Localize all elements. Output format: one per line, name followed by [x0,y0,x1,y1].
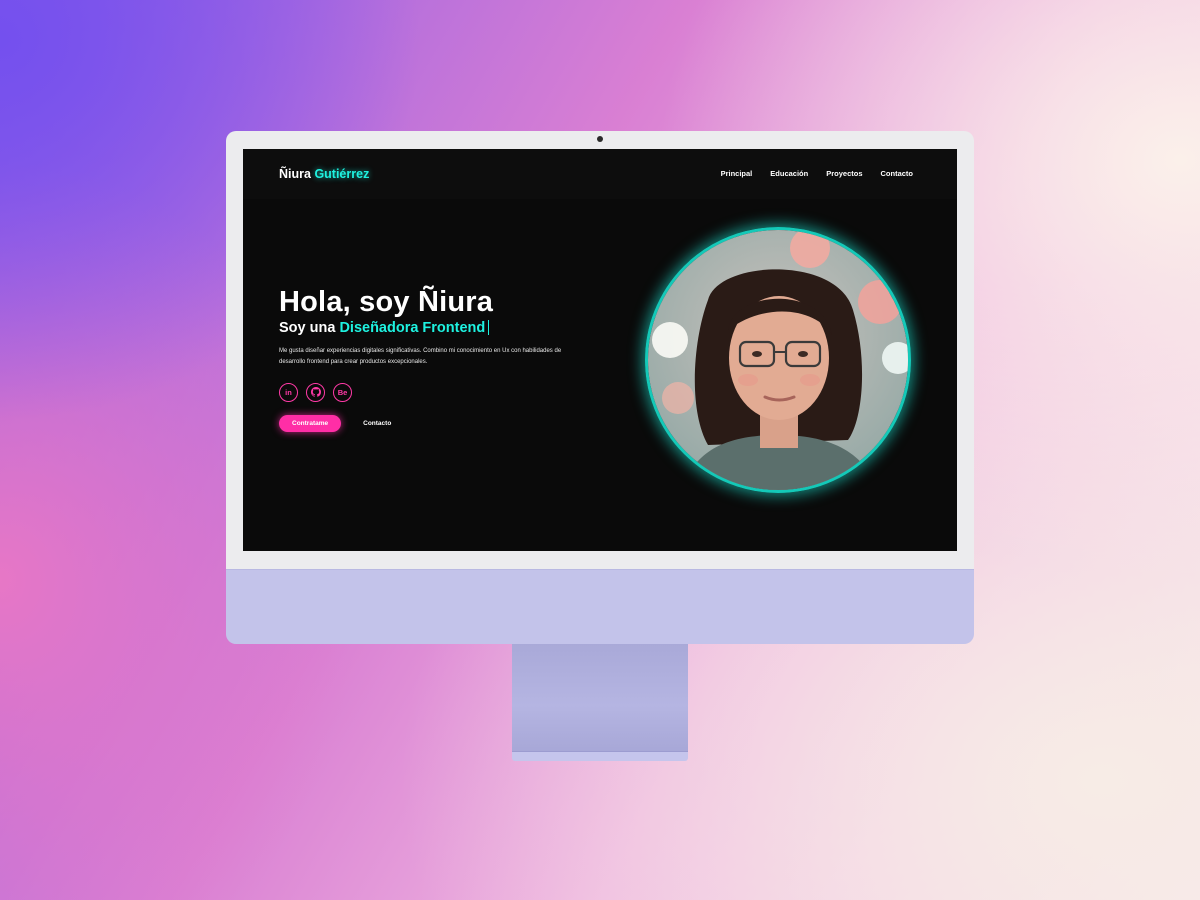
logo-first-name: Ñiura [279,167,311,181]
contact-button[interactable]: Contacto [363,420,391,427]
hero-section: Hola, soy Ñiura Soy una Diseñadora Front… [279,286,599,432]
nav-link-principal[interactable]: Principal [721,169,753,178]
site-logo[interactable]: Ñiura Gutiérrez [279,167,369,181]
hire-me-button[interactable]: Contratame [279,414,342,432]
social-links: in Be [279,382,599,402]
hero-heading: Hola, soy Ñiura [279,286,494,318]
monitor-stand [512,644,688,756]
imac-monitor: Ñiura Gutiérrez Principal Educación Proy… [226,131,974,644]
hero-description: Me gusta diseñar experiencias digitales … [279,347,562,366]
github-icon[interactable] [306,382,325,402]
behance-label: Be [337,387,348,397]
top-navbar: Ñiura Gutiérrez Principal Educación Proy… [243,149,957,199]
profile-photo [645,227,911,493]
nav-link-educacion[interactable]: Educación [770,169,808,178]
nav-link-contacto[interactable]: Contacto [881,169,914,178]
website-screen: Ñiura Gutiérrez Principal Educación Proy… [243,149,957,551]
hero-subheading: Soy una Diseñadora Frontend [279,319,599,336]
role-accent: Diseñadora Frontend [339,319,486,336]
linkedin-label: in [285,387,292,397]
nav-links: Principal Educación Proyectos Contacto [721,169,913,178]
nav-link-proyectos[interactable]: Proyectos [826,169,862,178]
monitor-chin [226,569,974,644]
hero-actions: Contratame Contacto [279,414,599,432]
github-glyph [310,387,321,397]
behance-icon[interactable]: Be [333,382,352,402]
linkedin-icon[interactable]: in [279,382,298,402]
monitor-bezel: Ñiura Gutiérrez Principal Educación Proy… [226,131,974,569]
camera-icon [597,136,603,142]
portrait-illustration [648,230,908,490]
typing-cursor [488,319,490,335]
role-prefix: Soy una [279,319,336,336]
logo-last-name: Gutiérrez [314,167,370,181]
monitor-stand-foot [512,751,688,761]
